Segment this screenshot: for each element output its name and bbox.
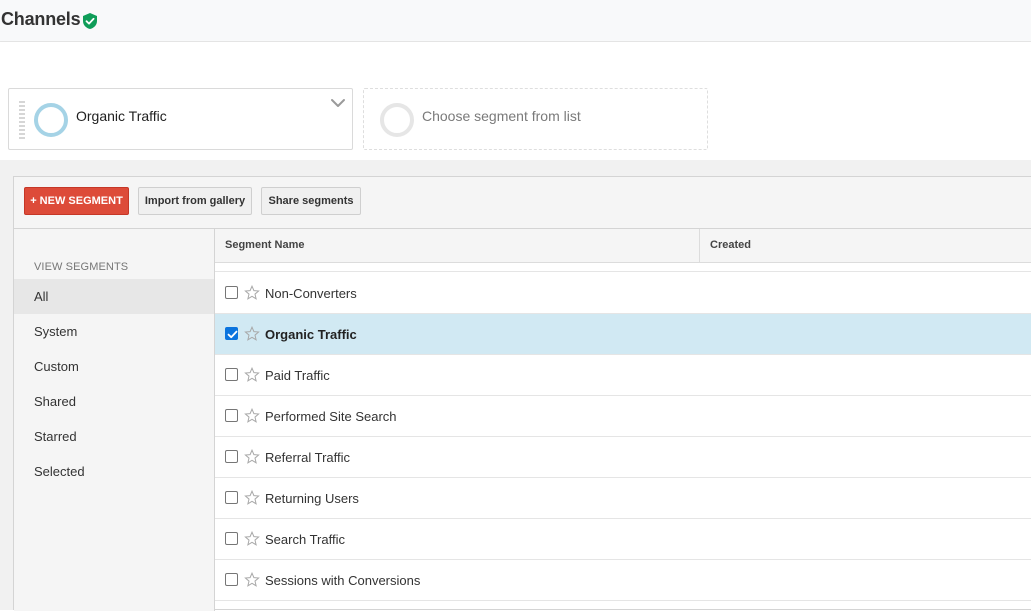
table-row[interactable]: Non-Converters: [215, 273, 1031, 314]
segment-checkbox[interactable]: [225, 573, 238, 586]
segment-name[interactable]: Returning Users: [265, 478, 359, 519]
star-icon[interactable]: [244, 571, 260, 588]
star-icon[interactable]: [244, 448, 260, 465]
table-row[interactable]: Organic Traffic: [215, 314, 1031, 355]
nav-item-starred[interactable]: Starred: [14, 419, 214, 454]
star-icon[interactable]: [244, 530, 260, 547]
segment-checkbox[interactable]: [225, 368, 238, 381]
star-icon[interactable]: [244, 366, 260, 383]
table-row[interactable]: Referral Traffic: [215, 437, 1031, 478]
chevron-down-icon[interactable]: [330, 96, 346, 108]
nav-item-all[interactable]: All: [14, 279, 214, 314]
share-segments-button[interactable]: Share segments: [261, 187, 361, 215]
page-title: Channels: [1, 9, 81, 29]
column-header-segment-name[interactable]: Segment Name: [225, 229, 304, 262]
drag-handle[interactable]: [19, 101, 25, 139]
star-icon[interactable]: [244, 489, 260, 506]
segment-name[interactable]: Sessions with Conversions: [265, 560, 420, 601]
segment-name[interactable]: Organic Traffic: [265, 314, 357, 355]
nav-item-selected[interactable]: Selected: [14, 454, 214, 489]
import-from-gallery-button[interactable]: Import from gallery: [138, 187, 252, 215]
verified-shield-icon: [81, 12, 99, 30]
table-row[interactable]: Paid Traffic: [215, 355, 1031, 396]
active-segment-card[interactable]: Organic Traffic: [8, 88, 353, 150]
table-row[interactable]: Search Traffic: [215, 519, 1031, 560]
nav-item-custom[interactable]: Custom: [14, 349, 214, 384]
nav-item-shared[interactable]: Shared: [14, 384, 214, 419]
empty-segment-placeholder: Choose segment from list: [422, 108, 581, 124]
segment-name[interactable]: Search Traffic: [265, 519, 345, 560]
segment-checkbox[interactable]: [225, 450, 238, 463]
column-header-created[interactable]: Created: [710, 229, 751, 262]
table-row[interactable]: Returning Users: [215, 478, 1031, 519]
segment-checkbox[interactable]: [225, 491, 238, 504]
segment-table: Segment Name Created Non-Converters Organ…: [215, 229, 1031, 611]
nav-item-system[interactable]: System: [14, 314, 214, 349]
empty-segment-slot[interactable]: Choose segment from list: [363, 88, 708, 150]
segment-checkbox[interactable]: [225, 327, 238, 340]
segment-ring-icon: [34, 103, 68, 137]
star-icon[interactable]: [244, 407, 260, 424]
segment-name[interactable]: Non-Converters: [265, 273, 357, 314]
segment-list-panel: + NEW SEGMENT Import from gallery Share …: [13, 176, 1031, 611]
star-icon[interactable]: [244, 284, 260, 301]
column-divider[interactable]: [699, 229, 700, 262]
table-row[interactable]: Sessions with Conversions: [215, 560, 1031, 601]
segment-toolbar: + NEW SEGMENT Import from gallery Share …: [14, 177, 1031, 229]
star-icon[interactable]: [244, 325, 260, 342]
segment-checkbox[interactable]: [225, 286, 238, 299]
segment-name[interactable]: Paid Traffic: [265, 355, 330, 396]
page-header: Channels: [0, 0, 1031, 42]
segment-name[interactable]: Referral Traffic: [265, 437, 350, 478]
table-row[interactable]: Performed Site Search: [215, 396, 1031, 437]
scrolled-row-edge: [215, 263, 1031, 272]
nav-heading: VIEW SEGMENTS: [34, 261, 129, 273]
segment-checkbox[interactable]: [225, 532, 238, 545]
table-header: Segment Name Created: [215, 229, 1031, 263]
segment-filter-nav: VIEW SEGMENTS All System Custom Shared S…: [14, 229, 215, 611]
segment-bar: Organic Traffic Choose segment from list: [0, 42, 1031, 160]
new-segment-button[interactable]: + NEW SEGMENT: [24, 187, 129, 215]
segment-name[interactable]: Performed Site Search: [265, 396, 397, 437]
empty-segment-ring-icon: [380, 103, 414, 137]
active-segment-label: Organic Traffic: [76, 108, 167, 124]
segment-checkbox[interactable]: [225, 409, 238, 422]
